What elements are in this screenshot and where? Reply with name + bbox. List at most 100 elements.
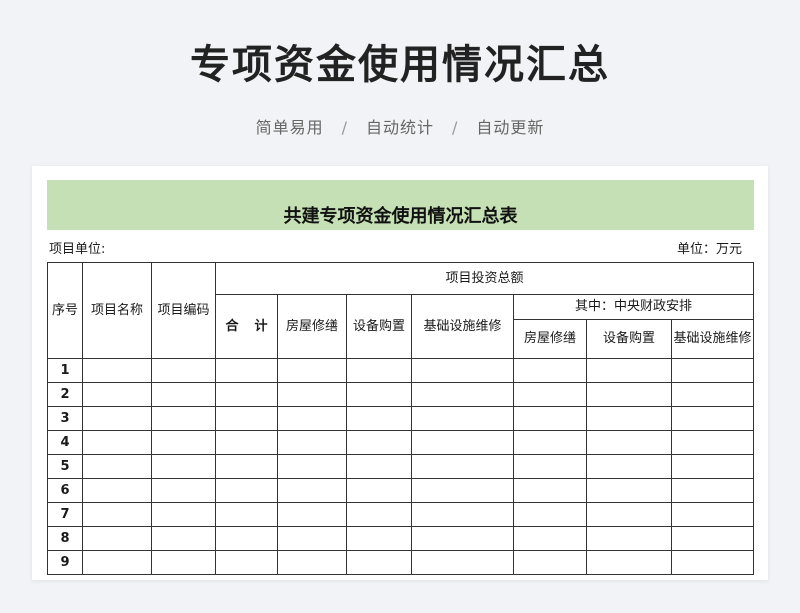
data-cell[interactable] (215, 358, 278, 383)
data-cell[interactable] (411, 406, 514, 431)
data-cell[interactable] (411, 358, 514, 383)
data-cell[interactable] (346, 478, 412, 503)
data-cell[interactable] (151, 358, 216, 383)
data-cell[interactable] (215, 406, 278, 431)
data-cell[interactable] (151, 430, 216, 455)
data-cell[interactable] (671, 550, 754, 575)
data-cell[interactable] (346, 406, 412, 431)
data-cell[interactable] (277, 382, 347, 407)
data-cell[interactable] (671, 502, 754, 527)
data-cell[interactable] (82, 454, 152, 479)
data-cell[interactable] (151, 454, 216, 479)
data-cell[interactable] (671, 526, 754, 551)
data-cell[interactable] (215, 430, 278, 455)
data-cell[interactable] (513, 382, 587, 407)
data-cell[interactable] (671, 358, 754, 383)
data-cell[interactable] (513, 502, 587, 527)
data-cell[interactable] (151, 478, 216, 503)
data-cell[interactable] (215, 502, 278, 527)
data-cell[interactable] (346, 382, 412, 407)
data-cell[interactable] (346, 502, 412, 527)
data-cell[interactable] (411, 382, 514, 407)
data-cell[interactable] (586, 550, 672, 575)
col-header-code[interactable]: 项目编码 (151, 262, 216, 359)
data-cell[interactable] (513, 526, 587, 551)
col-header-name[interactable]: 项目名称 (82, 262, 152, 359)
data-cell[interactable] (513, 406, 587, 431)
data-cell[interactable] (411, 502, 514, 527)
col-header-total-investment[interactable]: 项目投资总额 (215, 262, 754, 295)
row-number-cell[interactable]: 3 (47, 406, 83, 431)
data-cell[interactable] (277, 550, 347, 575)
row-number-cell[interactable]: 8 (47, 526, 83, 551)
data-cell[interactable] (411, 430, 514, 455)
data-cell[interactable] (346, 454, 412, 479)
data-cell[interactable] (151, 406, 216, 431)
data-cell[interactable] (277, 406, 347, 431)
col-header-central-house-repair[interactable]: 房屋修缮 (513, 319, 587, 359)
data-cell[interactable] (82, 358, 152, 383)
data-cell[interactable] (513, 358, 587, 383)
data-cell[interactable] (215, 454, 278, 479)
data-cell[interactable] (82, 478, 152, 503)
data-cell[interactable] (277, 454, 347, 479)
data-cell[interactable] (671, 406, 754, 431)
col-header-central-equipment[interactable]: 设备购置 (586, 319, 672, 359)
row-number-cell[interactable]: 2 (47, 382, 83, 407)
data-cell[interactable] (586, 430, 672, 455)
data-cell[interactable] (277, 358, 347, 383)
data-cell[interactable] (411, 550, 514, 575)
data-cell[interactable] (411, 454, 514, 479)
data-cell[interactable] (277, 526, 347, 551)
data-cell[interactable] (277, 430, 347, 455)
row-number-cell[interactable]: 5 (47, 454, 83, 479)
data-cell[interactable] (215, 526, 278, 551)
data-cell[interactable] (586, 382, 672, 407)
col-header-seq[interactable]: 序号 (47, 262, 83, 359)
data-cell[interactable] (586, 358, 672, 383)
data-cell[interactable] (513, 430, 587, 455)
data-cell[interactable] (151, 550, 216, 575)
data-cell[interactable] (411, 526, 514, 551)
data-cell[interactable] (82, 430, 152, 455)
project-unit-label[interactable]: 项目单位: (49, 238, 105, 257)
data-cell[interactable] (671, 454, 754, 479)
data-cell[interactable] (151, 502, 216, 527)
data-cell[interactable] (346, 358, 412, 383)
col-header-sum[interactable]: 合计 (215, 294, 278, 359)
data-cell[interactable] (671, 478, 754, 503)
data-cell[interactable] (411, 478, 514, 503)
data-cell[interactable] (671, 382, 754, 407)
data-cell[interactable] (215, 382, 278, 407)
data-cell[interactable] (82, 550, 152, 575)
data-cell[interactable] (277, 478, 347, 503)
row-number-cell[interactable]: 6 (47, 478, 83, 503)
data-cell[interactable] (346, 550, 412, 575)
data-cell[interactable] (277, 502, 347, 527)
data-cell[interactable] (586, 454, 672, 479)
data-cell[interactable] (671, 430, 754, 455)
data-cell[interactable] (346, 430, 412, 455)
data-cell[interactable] (82, 502, 152, 527)
col-header-house-repair[interactable]: 房屋修缮 (277, 294, 347, 359)
data-cell[interactable] (151, 526, 216, 551)
col-header-central-funding[interactable]: 其中：中央财政安排 (513, 294, 754, 320)
data-cell[interactable] (513, 454, 587, 479)
data-cell[interactable] (586, 502, 672, 527)
data-cell[interactable] (586, 478, 672, 503)
row-number-cell[interactable]: 1 (47, 358, 83, 383)
col-header-infrastructure[interactable]: 基础设施维修 (411, 294, 514, 359)
data-cell[interactable] (151, 382, 216, 407)
data-cell[interactable] (215, 478, 278, 503)
col-header-central-infrastructure[interactable]: 基础设施维修 (671, 319, 754, 359)
sheet-title[interactable]: 共建专项资金使用情况汇总表 (47, 202, 754, 228)
data-cell[interactable] (82, 526, 152, 551)
col-header-equipment[interactable]: 设备购置 (346, 294, 412, 359)
data-cell[interactable] (82, 382, 152, 407)
row-number-cell[interactable]: 7 (47, 502, 83, 527)
currency-unit-label[interactable]: 单位：万元 (677, 238, 742, 257)
data-cell[interactable] (513, 550, 587, 575)
data-cell[interactable] (346, 526, 412, 551)
data-cell[interactable] (82, 406, 152, 431)
data-cell[interactable] (586, 526, 672, 551)
